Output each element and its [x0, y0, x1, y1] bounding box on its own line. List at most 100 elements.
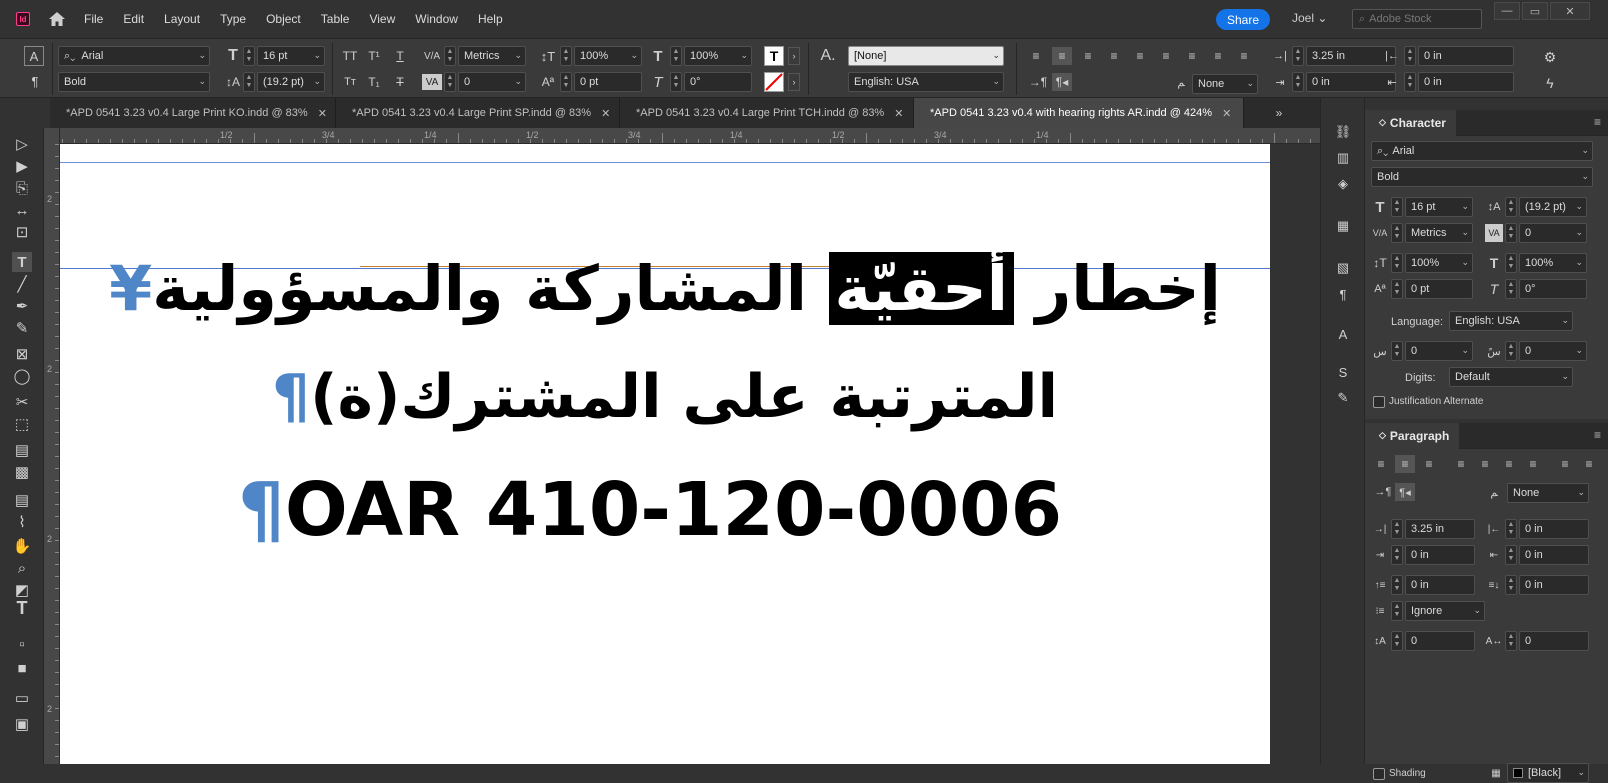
left-indent-stepper[interactable]: ▲ ▼: [1292, 46, 1304, 66]
panel-drop-lines-field[interactable]: 0: [1405, 631, 1475, 651]
effects-icon[interactable]: ✎: [1333, 388, 1353, 408]
panel-align-towards-spine-icon[interactable]: ≡: [1555, 455, 1575, 473]
panel-digits-field[interactable]: Default ⌄: [1449, 367, 1573, 387]
horizontal-ruler[interactable]: 1/2 3/4 1/4 1/2 3/4 1/4 1/2 3/4 1/4: [50, 128, 1320, 144]
justify-center-icon[interactable]: ≡: [1130, 47, 1150, 65]
align-away-spine-icon[interactable]: ≡: [1234, 47, 1254, 65]
gap-tool-icon[interactable]: ↔: [12, 200, 32, 220]
pages-icon[interactable]: ▥: [1333, 148, 1353, 168]
font-size-field[interactable]: 16 pt ⌄: [257, 46, 325, 66]
formatting-affects-icon[interactable]: ▫: [12, 634, 32, 654]
menu-edit[interactable]: Edit: [123, 12, 144, 26]
panel-kashida-stepper[interactable]: ▲ ▼: [1391, 341, 1403, 361]
rtl-direction-icon[interactable]: ¶◂: [1395, 483, 1415, 501]
user-menu[interactable]: Joel ⌄: [1292, 11, 1327, 25]
text-line-3[interactable]: ¶OAR 410-120-0006: [60, 462, 1270, 558]
panel-drop-field[interactable]: None ⌄: [1507, 483, 1589, 503]
panel-drop-chars-field[interactable]: 0: [1519, 631, 1589, 651]
close-window-button[interactable]: ✕: [1550, 2, 1590, 20]
align-right-icon[interactable]: ≡: [1078, 47, 1098, 65]
vertical-ruler[interactable]: 2 2 2 2: [44, 128, 60, 764]
lightning-icon[interactable]: ϟ: [1540, 75, 1560, 91]
panel-font-style-field[interactable]: Bold ⌄: [1371, 167, 1593, 187]
text-stroke-icon[interactable]: [764, 72, 784, 92]
panel-menu-icon[interactable]: ≡: [1594, 428, 1601, 442]
horizontal-scale-stepper[interactable]: ▲ ▼: [670, 46, 682, 66]
panel-hscale-stepper[interactable]: ▲ ▼: [1505, 253, 1517, 273]
stroke-icon[interactable]: ▧: [1333, 258, 1353, 278]
language-field[interactable]: English: USA ⌄: [848, 72, 1004, 92]
text-fill-icon[interactable]: T: [764, 46, 784, 66]
home-icon[interactable]: [48, 11, 66, 27]
right-indent-field[interactable]: 0 in: [1418, 46, 1514, 66]
document-tab-2[interactable]: *APD 0541 3.23 v0.4 Large Print SP.indd …: [336, 98, 620, 128]
gradient-icon[interactable]: S: [1333, 362, 1353, 382]
line-tool-icon[interactable]: ╱: [12, 274, 32, 294]
fill-swatch-icon[interactable]: ■: [12, 658, 32, 678]
underline-icon[interactable]: T: [390, 48, 410, 64]
chevron-right-icon[interactable]: ›: [788, 47, 800, 65]
panel-justify-center-icon[interactable]: ≡: [1475, 455, 1495, 473]
first-indent-stepper[interactable]: ▲ ▼: [1391, 545, 1403, 565]
panel-kerning-field[interactable]: Metrics ⌄: [1405, 223, 1473, 243]
panel-space-before-field[interactable]: 0 in: [1405, 575, 1475, 595]
justify-left-icon[interactable]: ≡: [1104, 47, 1124, 65]
space-after-stepper[interactable]: ▲ ▼: [1505, 575, 1517, 595]
character-mode-icon[interactable]: A: [24, 46, 44, 66]
character-style-field[interactable]: [None] ⌄: [848, 46, 1004, 66]
ltr-direction-icon[interactable]: →¶: [1028, 73, 1048, 91]
panel-diacritic-stepper[interactable]: ▲ ▼: [1505, 341, 1517, 361]
panel-first-indent-field[interactable]: 0 in: [1405, 545, 1475, 565]
tracking-field[interactable]: 0 ⌄: [458, 72, 526, 92]
skew-field[interactable]: 0°: [684, 72, 752, 92]
gear-icon[interactable]: ⚙: [1540, 49, 1560, 65]
panel-align-right-icon[interactable]: ≡: [1419, 455, 1439, 473]
close-tab-icon[interactable]: ✕: [318, 107, 327, 120]
links-icon[interactable]: ⛓: [1333, 122, 1353, 142]
share-button[interactable]: Share: [1216, 9, 1270, 30]
ellipse-tool-icon[interactable]: ◯: [12, 366, 32, 386]
leading-field[interactable]: (19.2 pt) ⌄: [257, 72, 325, 92]
panel-tracking-field[interactable]: 0 ⌄: [1519, 223, 1587, 243]
layers-icon[interactable]: ◈: [1333, 174, 1353, 194]
page-tool-icon[interactable]: ⎘: [12, 178, 32, 198]
panel-align-left-icon[interactable]: ≡: [1371, 455, 1391, 473]
font-size-stepper[interactable]: ▲ ▼: [243, 46, 255, 66]
horizontal-scale-field[interactable]: 100% ⌄: [684, 46, 752, 66]
menu-table[interactable]: Table: [321, 12, 350, 26]
superscript-icon[interactable]: T¹: [364, 48, 384, 64]
maximize-button[interactable]: ▭: [1522, 2, 1548, 20]
selected-text[interactable]: أحقيّة: [828, 252, 1015, 325]
panel-align-grid-field[interactable]: Ignore ⌄: [1405, 601, 1485, 621]
panel-justify-right-icon[interactable]: ≡: [1499, 455, 1519, 473]
vertical-scale-stepper[interactable]: ▲ ▼: [560, 46, 572, 66]
baseline-shift-field[interactable]: 0 pt: [574, 72, 642, 92]
text-line-1[interactable]: ¥ إخطار أحقيّة المشاركة والمسؤولية: [60, 234, 1270, 344]
menu-type[interactable]: Type: [220, 12, 246, 26]
close-tab-icon[interactable]: ✕: [894, 107, 903, 120]
panel-right-indent-field[interactable]: 0 in: [1519, 519, 1589, 539]
pencil-tool-icon[interactable]: ✎: [12, 318, 32, 338]
panel-hscale-field[interactable]: 100% ⌄: [1519, 253, 1587, 273]
menu-view[interactable]: View: [369, 12, 395, 26]
menu-help[interactable]: Help: [478, 12, 503, 26]
align-towards-spine-icon[interactable]: ≡: [1208, 47, 1228, 65]
drop-chars-stepper[interactable]: ▲ ▼: [1505, 631, 1517, 651]
drop-lines-stepper[interactable]: ▲ ▼: [1391, 631, 1403, 651]
scissors-tool-icon[interactable]: ✂: [12, 392, 32, 412]
adobe-stock-search[interactable]: ⌕ Adobe Stock: [1352, 9, 1482, 29]
document-page[interactable]: ¥ إخطار أحقيّة المشاركة والمسؤولية ¶المتر…: [60, 144, 1270, 764]
gradient-swatch-tool-icon[interactable]: ▤: [12, 440, 32, 460]
justify-right-icon[interactable]: ≡: [1156, 47, 1176, 65]
content-collector-icon[interactable]: ⊡: [12, 222, 32, 242]
rectangle-frame-tool-icon[interactable]: ⊠: [12, 344, 32, 364]
document-tab-1[interactable]: *APD 0541 3.23 v0.4 Large Print KO.indd …: [50, 98, 336, 128]
right-indent-stepper[interactable]: ▲ ▼: [1505, 519, 1517, 539]
tracking-stepper[interactable]: ▲ ▼: [444, 72, 456, 92]
paragraph-mode-icon[interactable]: ¶: [28, 73, 42, 89]
panel-last-indent-field[interactable]: 0 in: [1519, 545, 1589, 565]
align-grid-stepper[interactable]: ▲ ▼: [1391, 601, 1403, 621]
type-tool-icon[interactable]: T: [12, 252, 32, 272]
panel-size-stepper[interactable]: ▲ ▼: [1391, 197, 1403, 217]
minimize-button[interactable]: —: [1494, 2, 1520, 20]
